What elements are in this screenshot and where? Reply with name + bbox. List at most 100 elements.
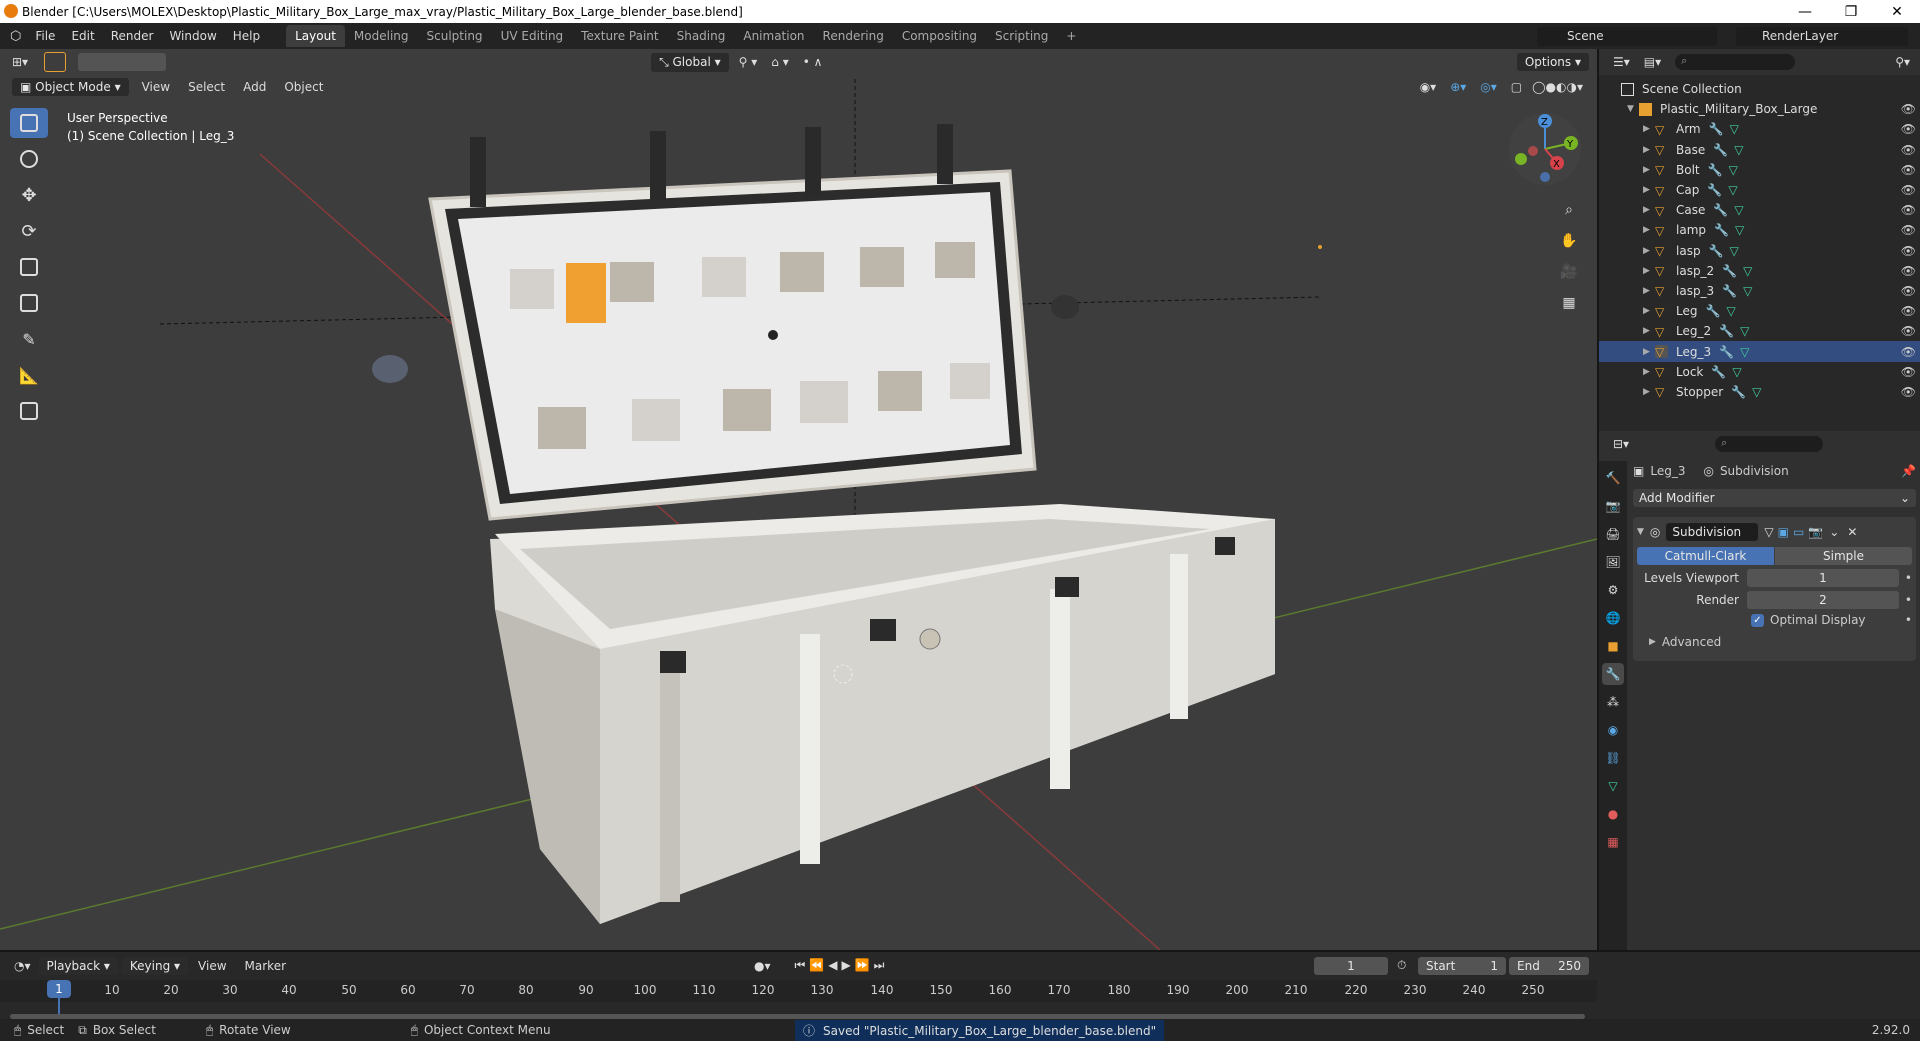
filter-icon[interactable]: ⚲▾ [1895,55,1910,69]
clock-icon[interactable]: ⏱ [1397,958,1406,973]
outliner-row-leg-3[interactable]: ▶ ▽ Leg_3 🔧 ▽ 👁 [1599,341,1920,362]
record-icon[interactable]: ●▾ [754,959,771,973]
maximize-button[interactable]: ❐ [1828,4,1874,20]
overlay-toggle-icon[interactable]: ◎▾ [1480,80,1497,94]
modifier-menu-icon[interactable]: ⌄ [1829,525,1839,539]
navigation-gizmo[interactable]: Z Y X [1505,109,1585,189]
menu-help[interactable]: Help [225,29,268,43]
tab-shading[interactable]: Shading [668,25,735,47]
render-layer-selector[interactable]: RenderLayer [1736,27,1908,46]
world-tab-icon[interactable]: 🌐 [1602,607,1624,629]
menu-window[interactable]: Window [161,29,224,43]
properties-search-field[interactable]: ⌕ [1715,436,1824,452]
ortho-grid-icon[interactable]: ▦ [1556,290,1582,316]
editmode-toggle-icon[interactable]: ▽ [1764,525,1773,539]
end-frame-field[interactable]: End 250 [1509,956,1589,975]
tab-rendering[interactable]: Rendering [814,25,893,47]
tab-layout[interactable]: Layout [286,25,345,47]
expand-arrow-icon[interactable]: ▶ [1643,185,1655,195]
expand-arrow-icon[interactable]: ▼ [1627,104,1639,114]
eye-icon[interactable]: 👁 [1901,324,1916,338]
cage-toggle-icon[interactable]: ▣ [1778,525,1789,539]
properties-editor-icon[interactable]: ⊟▾ [1613,437,1629,451]
keying-menu[interactable]: Keying ▾ [121,956,189,975]
snap-icon[interactable]: ⌂ ▾ [771,55,788,69]
material-tab-icon[interactable]: ● [1602,803,1624,825]
expand-arrow-icon[interactable]: ▶ [1643,225,1655,235]
vp-menu-object[interactable]: Object [275,80,332,94]
eye-icon[interactable]: 👁 [1901,203,1916,217]
expand-arrow-icon[interactable]: ▶ [1643,205,1655,215]
current-frame-field[interactable]: 1 [1314,956,1388,975]
select-box-tool[interactable] [10,108,48,138]
particles-tab-icon[interactable]: ⁂ [1602,691,1624,713]
texture-tab-icon[interactable]: ▦ [1602,831,1624,853]
vp-menu-view[interactable]: View [133,80,179,94]
render-toggle-icon[interactable]: 📷 [1808,525,1823,539]
close-button[interactable]: ✕ [1874,4,1920,20]
levels-viewport-field[interactable]: 1 [1747,569,1899,587]
expand-arrow-icon[interactable]: ▶ [1643,347,1655,357]
outliner-row-scene-collection[interactable]: Scene Collection [1599,79,1920,99]
keyframe-dot-icon[interactable]: • [1905,613,1912,627]
menu-edit[interactable]: Edit [63,29,102,43]
zoom-icon[interactable]: ⌕ [1556,197,1582,223]
eye-icon[interactable]: 👁 [1901,304,1916,318]
outliner-search-field[interactable]: ⌕ [1675,54,1796,70]
expand-arrow-icon[interactable]: ▶ [1643,286,1655,296]
visibility-icon[interactable]: ◉▾ [1420,80,1437,94]
mode-dropdown[interactable]: ▣ Object Mode ▾ [12,78,129,96]
outliner-row-lock[interactable]: ▶ ▽ Lock 🔧 ▽ 👁 [1599,362,1920,382]
playhead[interactable]: 1 [47,980,71,998]
outliner-row-leg[interactable]: ▶ ▽ Leg 🔧 ▽ 👁 [1599,301,1920,321]
render-tab-icon[interactable]: 📷 [1602,495,1624,517]
tl-menu-view[interactable]: View [198,959,226,973]
editor-type-icon[interactable]: ⊞▾ [12,55,28,69]
expand-arrow-icon[interactable]: ▶ [1643,124,1655,134]
outliner-row-base[interactable]: ▶ ▽ Base 🔧 ▽ 👁 [1599,140,1920,160]
physics-tab-icon[interactable]: ◉ [1602,719,1624,741]
xray-icon[interactable]: ▢ [1511,80,1522,94]
pan-hand-icon[interactable]: ✋ [1556,228,1582,254]
modifier-tab-icon[interactable]: 🔧 [1602,663,1624,685]
eye-icon[interactable]: 👁 [1901,365,1916,379]
eye-icon[interactable]: 👁 [1901,183,1916,197]
add-cube-tool[interactable] [10,396,48,426]
tab-modeling[interactable]: Modeling [345,25,418,47]
simple-button[interactable]: Simple [1775,547,1912,565]
tab-sculpting[interactable]: Sculpting [418,25,492,47]
expand-arrow-icon[interactable]: ▶ [1643,246,1655,256]
output-tab-icon[interactable]: 🖨 [1602,523,1624,545]
rotate-tool[interactable]: ⟳ [10,216,48,246]
shading-mode-icons[interactable]: ◯●◐◑▾ [1532,80,1583,94]
outliner-row-lamp[interactable]: ▶ ▽ lamp 🔧 ▽ 👁 [1599,220,1920,240]
outliner-row-cap[interactable]: ▶ ▽ Cap 🔧 ▽ 👁 [1599,180,1920,200]
options-dropdown[interactable]: Options ▾ [1516,53,1589,71]
box-select-icons[interactable] [78,53,167,71]
outliner-row-lasp[interactable]: ▶ ▽ lasp 🔧 ▽ 👁 [1599,241,1920,261]
scale-tool[interactable] [10,252,48,282]
outliner-editor-icon[interactable]: ☰▾ [1613,55,1630,69]
eye-icon[interactable]: 👁 [1901,244,1916,258]
expand-arrow-icon[interactable]: ▶ [1643,266,1655,276]
view-layer-tab-icon[interactable]: 🖼 [1602,551,1624,573]
keyframe-dot-icon[interactable]: • [1905,571,1912,585]
display-mode-icon[interactable]: ▤▾ [1644,55,1661,69]
advanced-subpanel[interactable]: ▶ Advanced [1637,635,1912,649]
outliner-row-bolt[interactable]: ▶ ▽ Bolt 🔧 ▽ 👁 [1599,160,1920,180]
optimal-display-checkbox[interactable]: ✓ [1751,613,1764,627]
gizmo-toggle-icon[interactable]: ⊕▾ [1450,80,1466,94]
annotate-tool[interactable]: ✎ [10,324,48,354]
outliner-row-leg-2[interactable]: ▶ ▽ Leg_2 🔧 ▽ 👁 [1599,321,1920,341]
blender-menu-icon[interactable]: ⬡ [10,29,21,44]
playback-menu[interactable]: Playback ▾ [38,956,118,975]
expand-arrow-icon[interactable]: ▶ [1643,367,1655,377]
measure-tool[interactable]: 📐 [10,360,48,390]
add-modifier-button[interactable]: Add Modifier ⌄ [1633,489,1916,507]
transform-tool[interactable] [10,288,48,318]
vp-menu-add[interactable]: Add [234,80,275,94]
eye-icon[interactable]: 👁 [1901,284,1916,298]
move-tool[interactable]: ✥ [10,180,48,210]
scene-tab-icon[interactable]: ⚙ [1602,579,1624,601]
vp-menu-select[interactable]: Select [179,80,234,94]
